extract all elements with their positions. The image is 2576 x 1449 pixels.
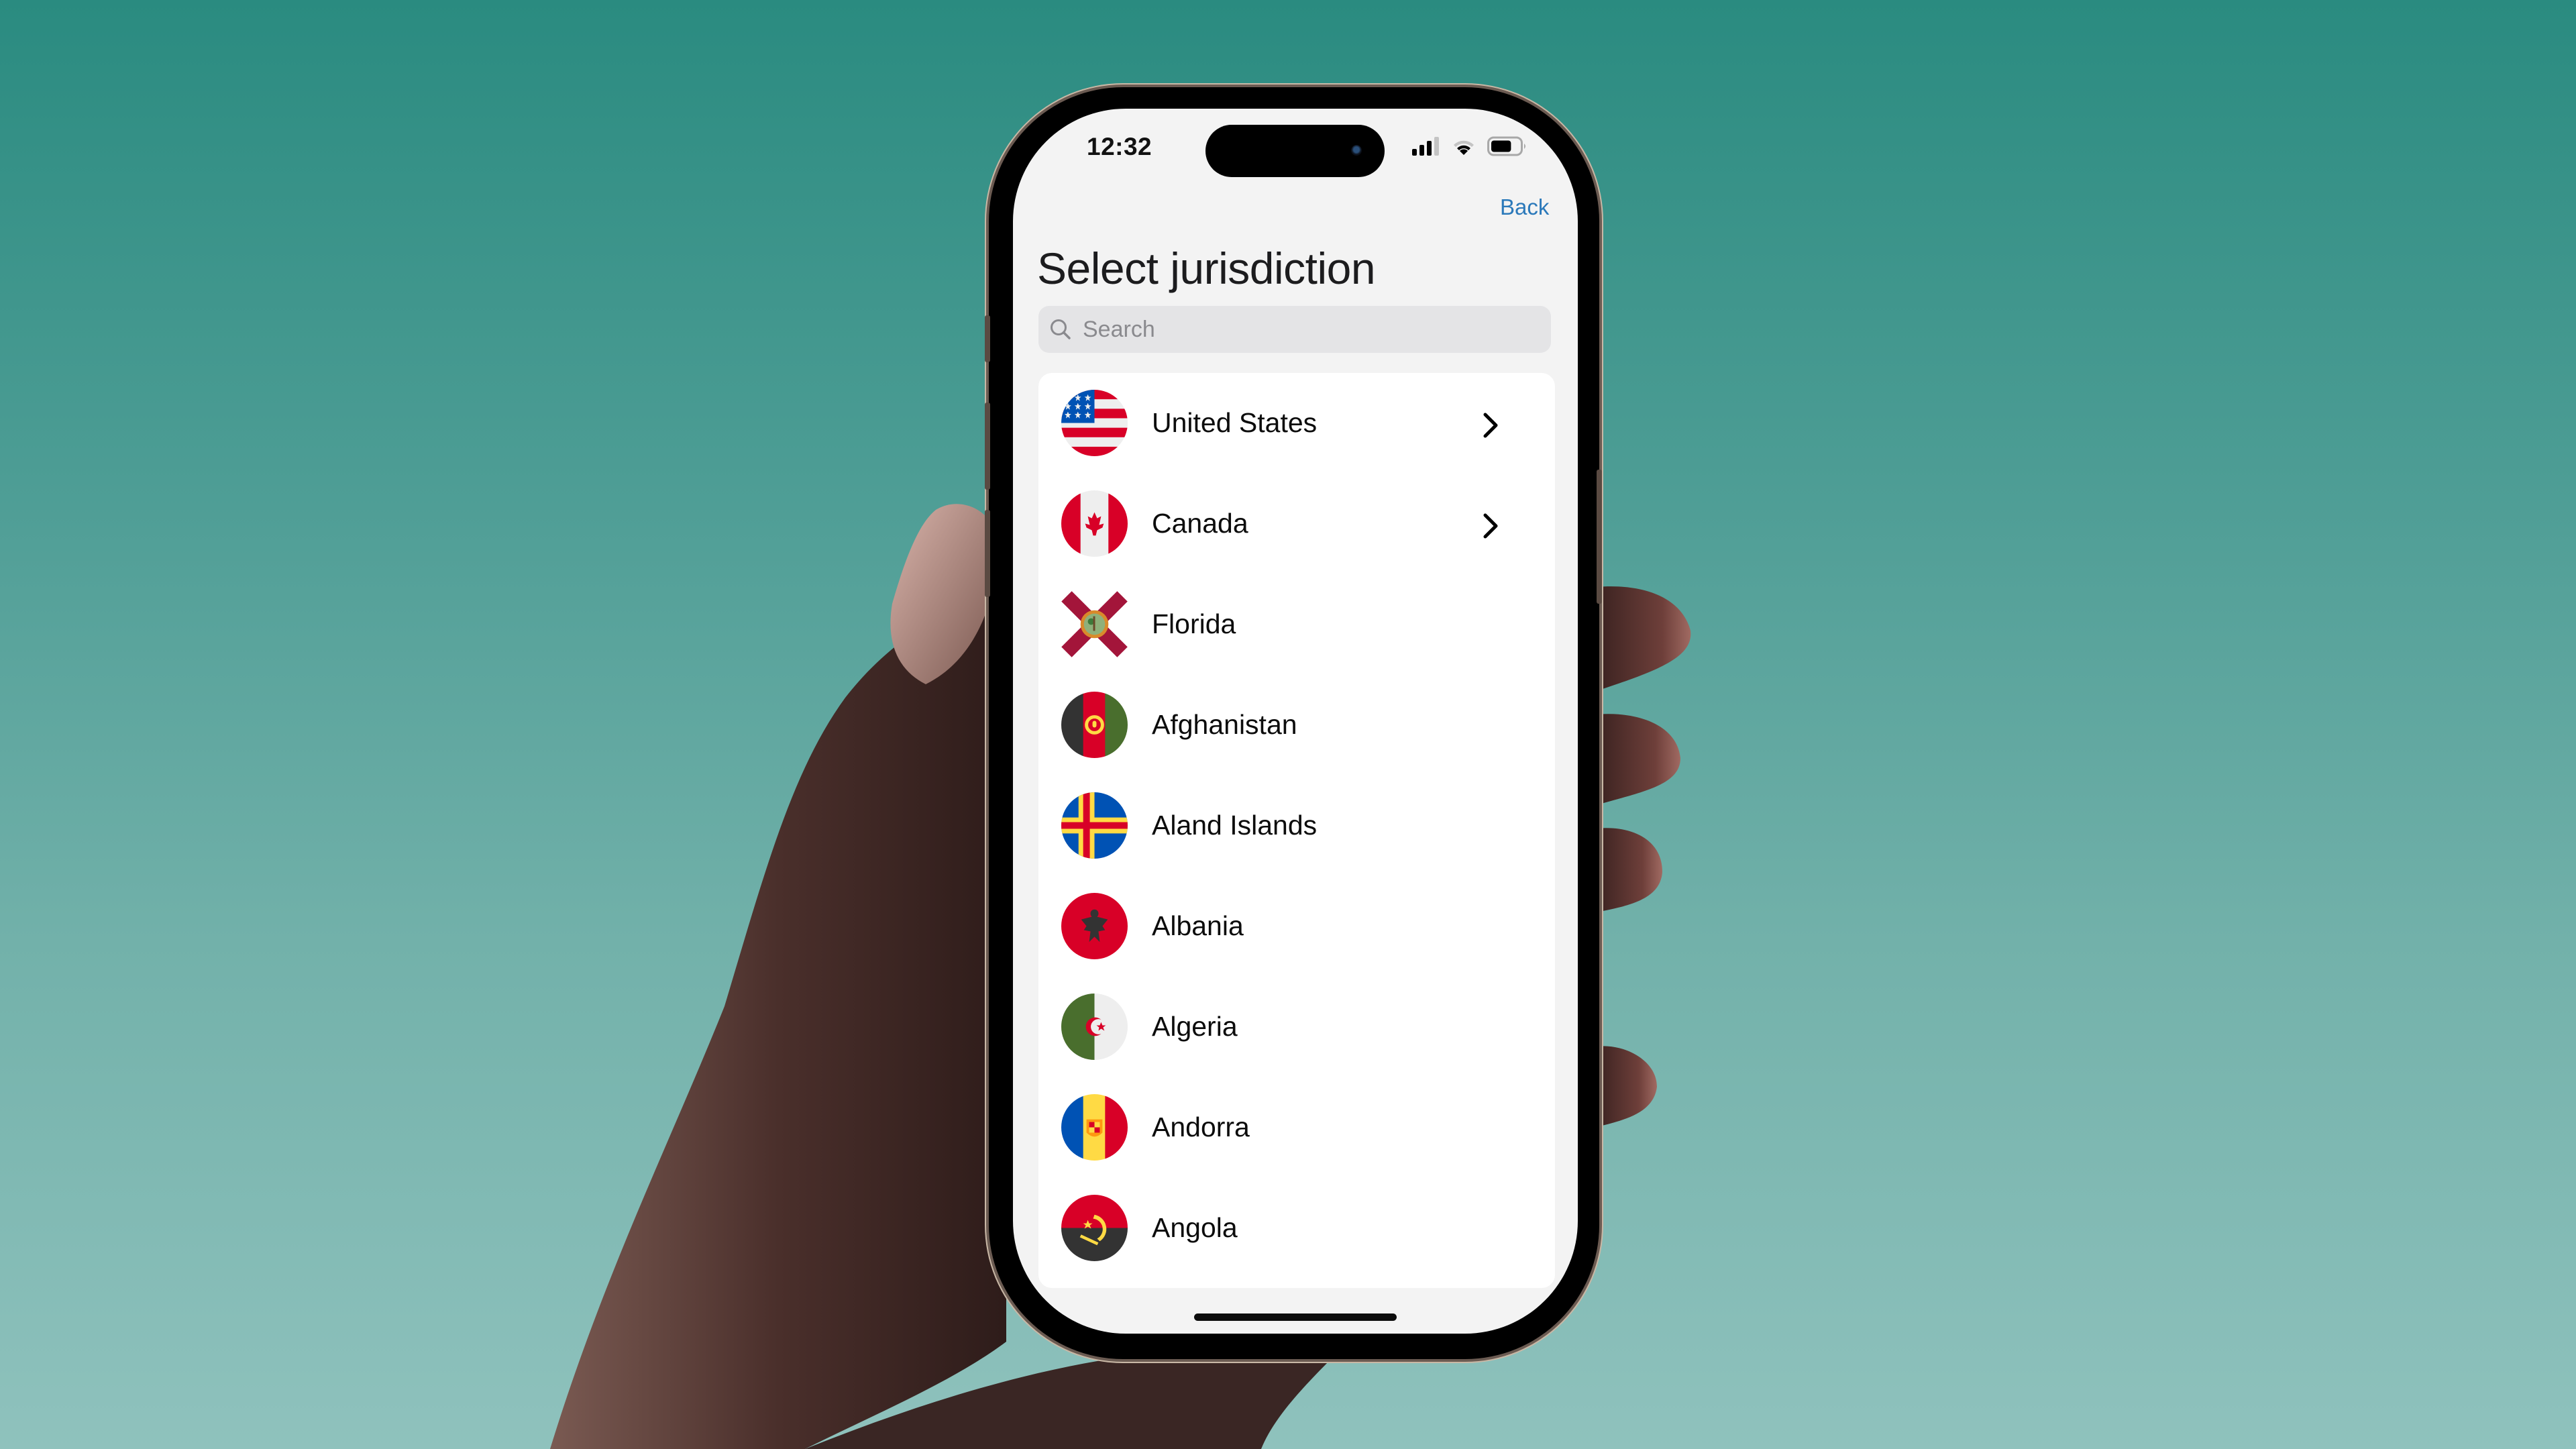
chevron-right-icon — [1483, 413, 1498, 438]
jurisdiction-list: United States Canada Florida Afghanistan… — [1038, 373, 1555, 1288]
jurisdiction-name: Canada — [1152, 508, 1248, 539]
jurisdiction-name: Aland Islands — [1152, 810, 1318, 841]
wifi-icon — [1454, 140, 1474, 155]
jurisdiction-name: Angola — [1152, 1212, 1238, 1243]
jurisdiction-row-united-states[interactable]: United States — [1038, 373, 1555, 474]
jurisdiction-name: Florida — [1152, 608, 1236, 639]
jurisdiction-row-canada[interactable]: Canada — [1038, 474, 1555, 574]
chevron-right-icon — [1483, 513, 1498, 539]
phone-power-button — [1597, 470, 1602, 604]
flag-ao-icon — [1061, 1195, 1128, 1261]
front-camera-icon — [1351, 145, 1362, 156]
phone-volume-down-button — [985, 510, 990, 597]
home-indicator[interactable] — [1194, 1313, 1397, 1321]
flag-al-icon — [1061, 893, 1128, 959]
flag-ca-icon — [1061, 490, 1128, 557]
flag-ad-icon — [1061, 1094, 1128, 1161]
jurisdiction-name: Algeria — [1152, 1011, 1238, 1042]
phone-volume-up-button — [985, 402, 990, 490]
status-time: 12:32 — [1087, 133, 1152, 160]
jurisdiction-row-florida[interactable]: Florida — [1038, 574, 1555, 675]
signal-icon — [1412, 137, 1439, 156]
hand-finger-1 — [1597, 586, 1691, 691]
hand-finger-4 — [1597, 1046, 1657, 1127]
jurisdiction-name: Andorra — [1152, 1112, 1250, 1142]
hand-palm — [550, 590, 1006, 1449]
hand-finger-2 — [1597, 714, 1680, 805]
jurisdiction-row-angola[interactable]: Angola — [1038, 1178, 1555, 1279]
page-title: Select jurisdiction — [1037, 244, 1376, 293]
search-input[interactable] — [1081, 315, 1513, 343]
flag-dz-icon — [1061, 994, 1128, 1060]
dynamic-island — [1205, 125, 1385, 177]
search-bar[interactable] — [1038, 306, 1551, 353]
jurisdiction-row-albania[interactable]: Albania — [1038, 876, 1555, 977]
jurisdiction-row-andorra[interactable]: Andorra — [1038, 1077, 1555, 1178]
jurisdiction-name: Albania — [1152, 910, 1244, 941]
battery-icon — [1487, 136, 1525, 156]
back-button[interactable]: Back — [1500, 195, 1549, 220]
flag-fl-icon — [1061, 591, 1128, 657]
jurisdiction-name: United States — [1152, 407, 1318, 438]
jurisdiction-row-afghanistan[interactable]: Afghanistan — [1038, 675, 1555, 775]
flag-af-icon — [1061, 692, 1128, 758]
flag-us-icon — [1061, 390, 1128, 456]
phone-side-button — [985, 315, 990, 362]
flag-ax-icon — [1061, 792, 1128, 859]
jurisdiction-row-aland-islands[interactable]: Aland Islands — [1038, 775, 1555, 876]
jurisdiction-row-algeria[interactable]: Algeria — [1038, 977, 1555, 1077]
search-icon — [1051, 319, 1071, 339]
status-icons — [1412, 136, 1527, 157]
hand-finger-3 — [1597, 828, 1662, 912]
jurisdiction-name: Afghanistan — [1152, 709, 1297, 740]
